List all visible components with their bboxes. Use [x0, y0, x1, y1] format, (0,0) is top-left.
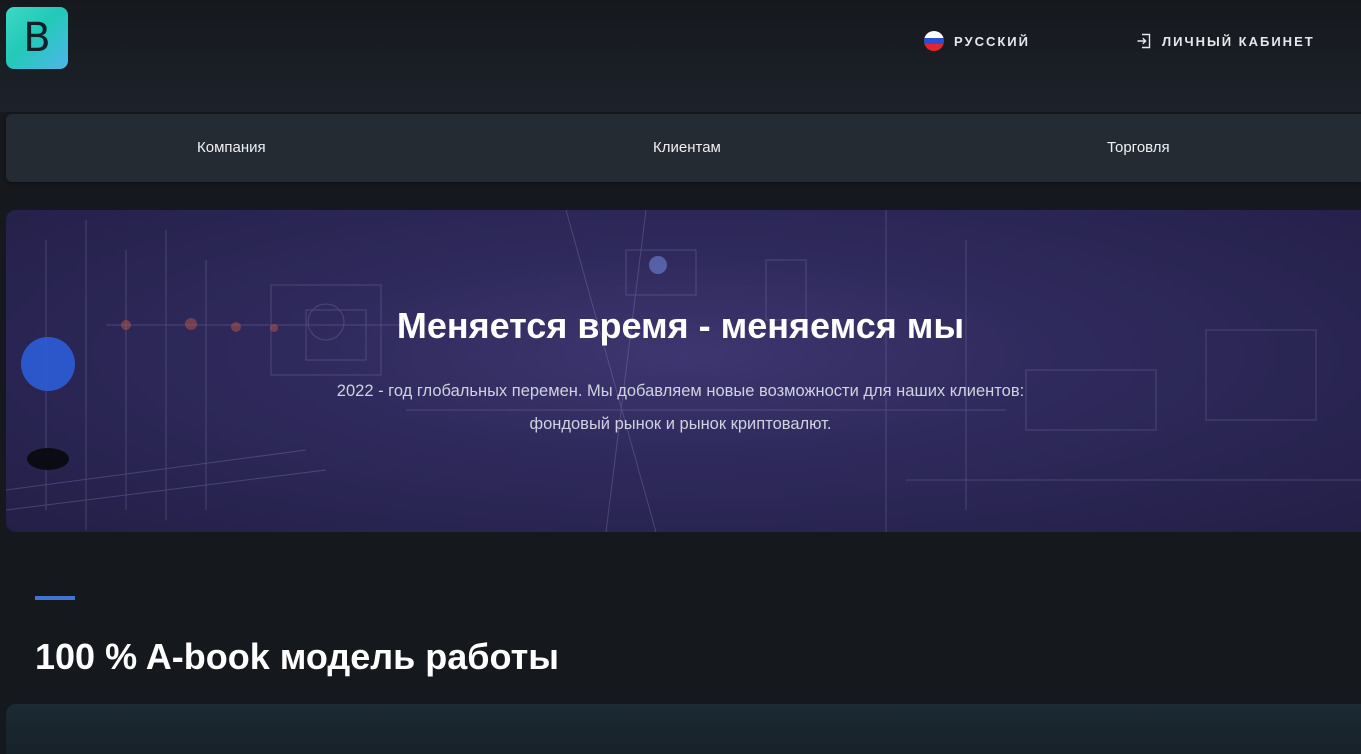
- logo-letter: B: [23, 15, 51, 61]
- nav-item-company[interactable]: Компания: [197, 114, 266, 182]
- nav-item-trading[interactable]: Торговля: [1107, 114, 1170, 182]
- main-navigation: Компания Клиентам Торговля: [6, 114, 1361, 182]
- language-label: РУССКИЙ: [954, 33, 1030, 49]
- decorative-dark-circle: [27, 448, 69, 470]
- russian-flag-icon: [924, 31, 944, 51]
- content-card: [6, 704, 1361, 754]
- hero-background-image: [6, 210, 1361, 532]
- site-header: B РУССКИЙ ЛИЧНЫЙ КАБИНЕТ: [0, 0, 1361, 112]
- nav-item-clients[interactable]: Клиентам: [653, 114, 721, 182]
- login-icon: [1137, 33, 1151, 49]
- section-accent-line: [35, 596, 75, 600]
- logo[interactable]: B: [6, 7, 68, 69]
- section-title: 100 % A-book модель работы: [35, 636, 559, 677]
- personal-cabinet-link[interactable]: ЛИЧНЫЙ КАБИНЕТ: [1136, 31, 1315, 51]
- hero-subtitle: 2022 - год глобальных перемен. Мы добавл…: [336, 382, 1025, 433]
- hero-title: Меняется время - меняемся мы: [396, 305, 965, 346]
- cabinet-label: ЛИЧНЫЙ КАБИНЕТ: [1162, 33, 1315, 49]
- language-selector[interactable]: РУССКИЙ: [924, 31, 1030, 51]
- hero-banner: Меняется время - меняемся мы 2022 - год …: [6, 210, 1361, 532]
